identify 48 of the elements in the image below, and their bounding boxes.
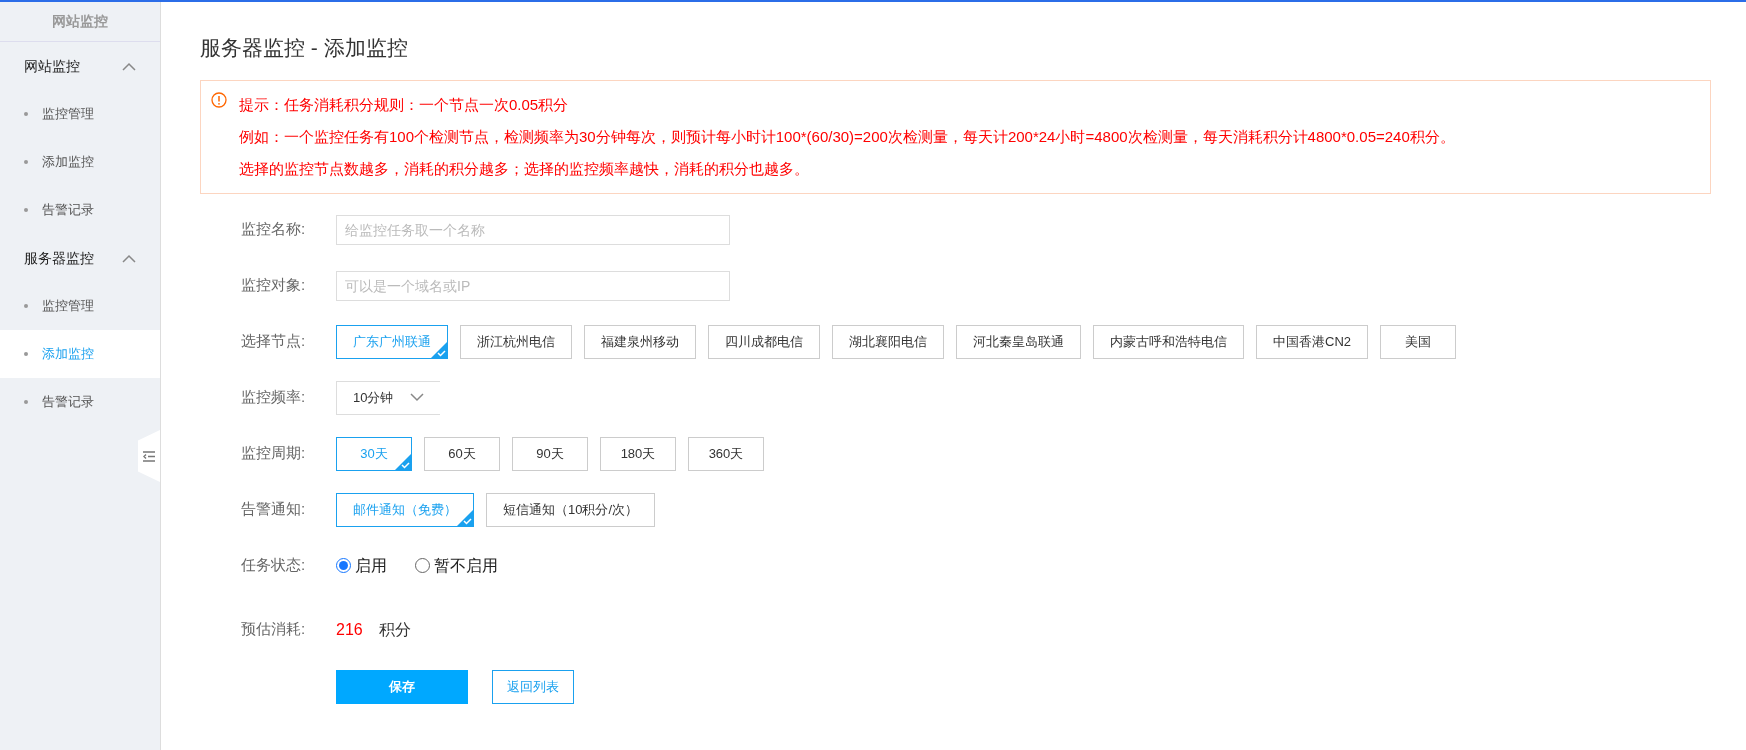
check-corner-icon — [431, 341, 447, 358]
check-corner-icon — [395, 453, 411, 470]
option-button[interactable]: 福建泉州移动 — [584, 324, 696, 359]
option-button[interactable]: 河北秦皇岛联通 — [956, 324, 1081, 359]
page-title: 服务器监控 - 添加监控 — [200, 35, 409, 61]
chevron-down-icon — [410, 393, 424, 402]
option-button[interactable]: 美国 — [1380, 324, 1456, 359]
field-label: 监控名称: — [240, 219, 307, 240]
check-corner-icon — [457, 509, 473, 526]
radio-option[interactable]: 启用 — [336, 553, 387, 578]
text-field[interactable]: 可以是一个域名或IP — [336, 270, 730, 301]
estimate-unit: 积分 — [378, 619, 411, 640]
field-label: 选择节点: — [240, 331, 307, 352]
field-label: 监控对象: — [240, 275, 307, 296]
menu-item[interactable]: 监控管理 — [0, 282, 160, 330]
radio-option[interactable]: 暂不启用 — [415, 553, 498, 578]
menu-group[interactable]: 服务器监控 — [0, 234, 160, 282]
chevron-up-icon — [122, 61, 136, 71]
menu-item[interactable]: 告警记录 — [0, 378, 160, 426]
alert-text: 提示：任务消耗积分规则：一个节点一次0.05积分 — [239, 94, 570, 115]
alert-text: 例如：一个监控任务有100个检测节点，检测频率为30分钟每次，则预计每小时计100*(60/30)=200次检测量，每天计200*24小时=4800次检测量，每天消耗积分计4800*0.05=240积分。 — [239, 126, 1455, 147]
warning-icon — [211, 91, 227, 108]
option-button[interactable]: 中国香港CN2 — [1256, 324, 1368, 359]
estimate-value: 216 — [336, 619, 363, 640]
field-label: 监控周期: — [240, 443, 307, 464]
option-button[interactable]: 浙江杭州电信 — [460, 324, 572, 359]
option-button[interactable]: 180天 — [600, 436, 676, 471]
field-label: 监控频率: — [240, 387, 307, 408]
option-button[interactable]: 90天 — [512, 436, 588, 471]
option-button[interactable]: 四川成都电信 — [708, 324, 820, 359]
text-field[interactable]: 给监控任务取一个名称 — [336, 214, 730, 245]
option-button[interactable]: 60天 — [424, 436, 500, 471]
alert-text: 选择的监控节点数越多，消耗的积分越多；选择的监控频率越快，消耗的积分也越多。 — [239, 158, 810, 179]
frequency-select[interactable]: 10分钟 — [336, 380, 440, 415]
option-button[interactable]: 短信通知（10积分/次） — [486, 492, 656, 527]
option-button[interactable]: 湖北襄阳电信 — [832, 324, 944, 359]
sidebar-title: 网站监控 — [52, 12, 108, 31]
menu-group[interactable]: 网站监控 — [0, 42, 160, 90]
menu-item[interactable]: 监控管理 — [0, 90, 160, 138]
menu-item[interactable]: 告警记录 — [0, 186, 160, 234]
collapse-icon — [143, 450, 155, 462]
chevron-up-icon — [122, 253, 136, 263]
field-label: 任务状态: — [240, 555, 307, 576]
field-label: 预估消耗: — [240, 619, 307, 640]
field-label: 告警通知: — [240, 499, 307, 520]
option-button[interactable]: 360天 — [688, 436, 764, 471]
option-button[interactable]: 内蒙古呼和浩特电信 — [1093, 324, 1244, 359]
menu-item[interactable]: 添加监控 — [0, 138, 160, 186]
